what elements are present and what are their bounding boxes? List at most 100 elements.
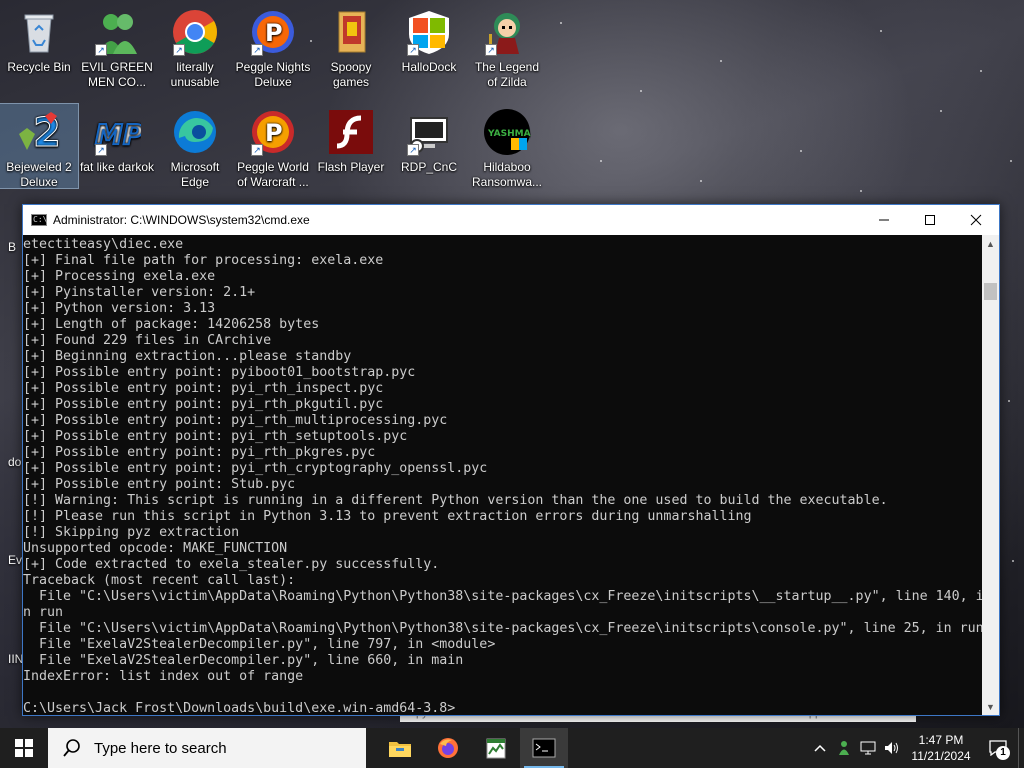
console-output[interactable]: etectiteasy\diec.exe [+] Final file path …: [23, 235, 982, 715]
desktop-icon-peggle-nights[interactable]: P ↗ Peggle Nights Deluxe: [234, 4, 312, 96]
network-icon: [860, 741, 876, 755]
console-line: [!] Please run this script in Python 3.1…: [23, 509, 752, 524]
green-figure-icon: [839, 741, 849, 755]
taskmgr-icon: [486, 738, 506, 759]
console-line: File "ExelaV2StealerDecompiler.py", line…: [23, 637, 496, 652]
console-line: File "C:\Users\victim\AppData\Roaming\Py…: [23, 621, 982, 636]
svg-text:YASHMA: YASHMA: [487, 129, 531, 139]
show-hidden-icons-button[interactable]: [808, 728, 832, 768]
desktop-icon-spoopy-games[interactable]: Spoopy games: [312, 4, 390, 96]
mpl-icon: MPL ↗: [93, 108, 162, 156]
console-line: [+] Pyinstaller version: 2.1+: [23, 285, 256, 300]
start-button[interactable]: [0, 728, 48, 768]
flash-icon: [327, 108, 375, 156]
console-line: [+] Possible entry point: pyi_rth_crypto…: [23, 461, 488, 476]
bejeweled-icon: 2: [15, 108, 63, 157]
cmd-app-icon: C:\: [31, 214, 48, 226]
scroll-up-icon[interactable]: ▲: [982, 235, 999, 252]
desktop-icon-fat-like-darkok[interactable]: MPL ↗ fat like darkok: [78, 104, 162, 196]
maximize-button[interactable]: [907, 205, 953, 235]
shortcut-arrow-icon: ↗: [407, 144, 419, 156]
game-character-icon: ↗: [483, 8, 531, 56]
taskbar-cmd[interactable]: [520, 728, 568, 768]
vertical-scrollbar[interactable]: ▲ ▼: [982, 235, 999, 715]
minimize-button[interactable]: [861, 205, 907, 235]
recycle-bin-icon: [15, 8, 63, 56]
windows-start-icon: [15, 739, 33, 757]
peggle-icon: P ↗: [249, 108, 297, 156]
icon-label: Peggle Nights Deluxe: [235, 60, 311, 89]
tray-app-button[interactable]: [832, 728, 856, 768]
chrome-icon: ↗: [171, 8, 219, 56]
edge-fragment: do: [8, 455, 22, 469]
cmd-window[interactable]: C:\ Administrator: C:\WINDOWS\system32\c…: [22, 204, 1000, 716]
edge-icon: [171, 108, 219, 156]
console-line: [+] Possible entry point: pyi_rth_pkgres…: [23, 445, 376, 460]
console-line: [+] Code extracted to exela_stealer.py s…: [23, 557, 440, 572]
icon-label: Hildaboo Ransomwa...: [471, 160, 543, 189]
console-line: [+] Possible entry point: pyi_rth_pkguti…: [23, 397, 384, 412]
minimize-icon: [879, 219, 889, 221]
console-line: [+] Length of package: 14206258 bytes: [23, 317, 320, 332]
svg-text:P: P: [265, 19, 283, 47]
console-line: File "C:\Users\victim\AppData\Roaming\Py…: [23, 589, 982, 604]
desktop-icon-recycle-bin[interactable]: Recycle Bin: [0, 4, 78, 96]
desktop-icon-hildaboo[interactable]: YASHMA Hildaboo Ransomwa...: [468, 104, 546, 196]
console-line: C:\Users\Jack Frost\Downloads\build\exe.…: [23, 701, 456, 715]
close-icon: [970, 214, 982, 226]
network-button[interactable]: [856, 728, 880, 768]
maximize-icon: [925, 215, 935, 225]
shortcut-arrow-icon: ↗: [251, 44, 263, 56]
file-explorer-icon: [389, 742, 411, 757]
console-line: etectiteasy\diec.exe: [23, 237, 184, 252]
taskbar-file-explorer[interactable]: [376, 728, 424, 768]
shortcut-arrow-icon: ↗: [407, 44, 419, 56]
show-desktop-button[interactable]: [1018, 728, 1024, 768]
shortcut-arrow-icon: ↗: [95, 144, 107, 156]
console-line: [+] Possible entry point: Stub.pyc: [23, 477, 296, 492]
desktop-icon-legend-of-zilda[interactable]: ↗ The Legend of Zilda: [468, 4, 546, 96]
console-line: File "ExelaV2StealerDecompiler.py", line…: [23, 653, 464, 668]
close-button[interactable]: [953, 205, 999, 235]
console-line: [!] Warning: This script is running in a…: [23, 493, 888, 508]
icon-label: The Legend of Zilda: [474, 60, 540, 89]
windows-logo-icon: ↗: [405, 8, 453, 56]
cmd-title-bar[interactable]: C:\ Administrator: C:\WINDOWS\system32\c…: [23, 205, 999, 235]
scroll-thumb[interactable]: [984, 283, 997, 300]
edge-fragment: Ev: [8, 553, 23, 567]
desktop-icon-peggle-wow[interactable]: P ↗ Peggle World of Warcraft ...: [234, 104, 312, 196]
icon-label: fat like darkok: [79, 160, 155, 174]
icon-label: Recycle Bin: [7, 60, 71, 74]
desktop-icon-bejeweled[interactable]: 2 Bejeweled 2 Deluxe: [0, 103, 79, 189]
firefox-icon: [438, 738, 458, 758]
console-line: Traceback (most recent call last):: [23, 573, 296, 588]
clock-time: 1:47 PM: [918, 733, 964, 747]
console-line: [+] Possible entry point: pyi_rth_inspec…: [23, 381, 384, 396]
console-line: [+] Possible entry point: pyi_rth_setupt…: [23, 429, 408, 444]
taskbar-task-manager[interactable]: [472, 728, 520, 768]
cmd-icon: [532, 738, 556, 758]
volume-icon: [885, 742, 898, 754]
icon-label: Peggle World of Warcraft ...: [237, 160, 309, 189]
desktop-icon-evil-green-men[interactable]: ↗ EVIL GREEN MEN CO...: [78, 4, 156, 96]
desktop-icon-chrome[interactable]: ↗ literally unusable: [156, 4, 234, 96]
console-line: n run: [23, 605, 64, 620]
taskbar-search[interactable]: Type here to search: [48, 728, 366, 768]
volume-button[interactable]: [880, 728, 904, 768]
desktop-icon-rdp-cnc[interactable]: ↗ RDP_CnC: [390, 104, 468, 196]
clock[interactable]: 1:47 PM 11/21/2024: [904, 732, 978, 764]
taskbar-firefox[interactable]: [424, 728, 472, 768]
cmd-title: Administrator: C:\WINDOWS\system32\cmd.e…: [53, 213, 310, 227]
icon-label: Microsoft Edge: [170, 160, 220, 189]
search-icon: [63, 739, 80, 757]
yashma-icon: YASHMA: [483, 108, 531, 156]
desktop-icon-flash-player[interactable]: Flash Player: [312, 104, 390, 196]
shortcut-arrow-icon: ↗: [251, 144, 263, 156]
scroll-down-icon[interactable]: ▼: [982, 698, 999, 715]
desktop-icon-hallodock[interactable]: ↗ HalloDock: [390, 4, 468, 96]
action-center-button[interactable]: 1: [978, 728, 1018, 768]
clock-date: 11/21/2024: [911, 749, 971, 763]
console-line: [+] Possible entry point: pyiboot01_boot…: [23, 365, 416, 380]
desktop-icon-edge[interactable]: Microsoft Edge: [156, 104, 234, 196]
